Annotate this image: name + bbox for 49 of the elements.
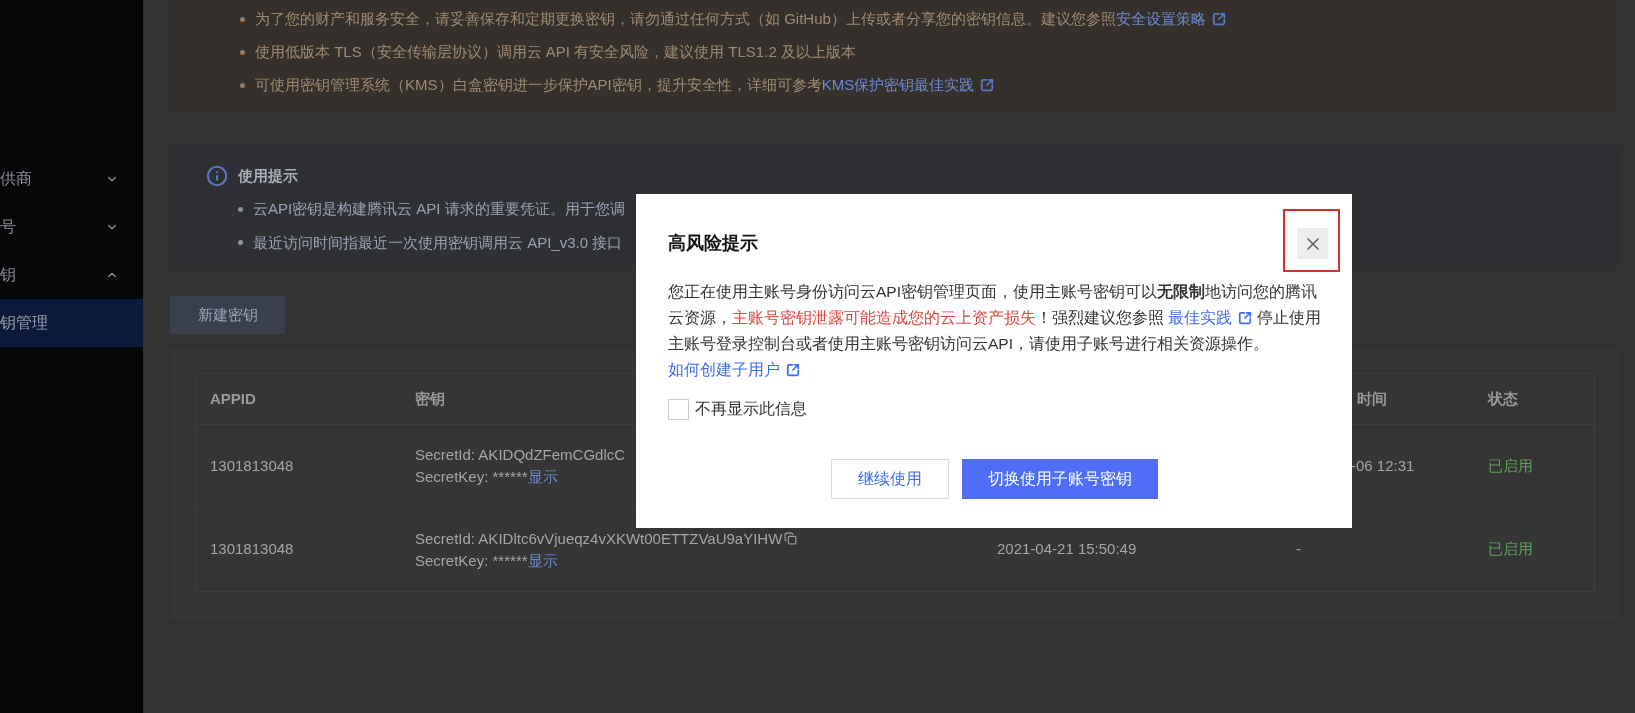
table-cell-text: -06 12:31 <box>1351 455 1415 476</box>
new-key-button[interactable]: 新建密钥 <box>170 296 285 334</box>
show-link[interactable]: 显示 <box>527 551 558 569</box>
dialog-message: 您正在使用主账号身份访问云API密钥管理页面，使用主账号密钥可以无限制地访问您的腾讯云资源，主账号密钥泄露可能造成您的云上资产损失！强烈建议您参照 最佳实践 停止使用主账号登录控制台或者使用主账号密钥访问云API，请使用子账号进行相关资源操作。 如何创建子用户 <box>668 282 1322 380</box>
notice-link[interactable]: KMS保护密钥最佳实践 <box>821 76 995 94</box>
close-button[interactable] <box>1297 228 1328 259</box>
status-text: 已启用 <box>1488 455 1533 476</box>
bullet-icon <box>240 17 245 22</box>
notice-text: 为了您的财产和服务安全，请妥善保存和定期更换密钥，请勿通过任何方式（如 GitHub）上传或者分享您的密钥信息。建议您参照安全设置策略 <box>255 8 1226 31</box>
secret-id: SecretId: AKIDltc6vVjueqz4vXKWt00ETTZVaU9aYIHW <box>415 528 783 549</box>
show-link[interactable]: 显示 <box>527 468 558 485</box>
info-icon <box>206 165 228 187</box>
dialog-link[interactable]: 最佳实践 <box>1168 309 1253 326</box>
column-header: 时间 <box>1357 388 1387 409</box>
bullet-icon <box>238 206 243 212</box>
external-link-icon <box>980 78 995 93</box>
column-header: APPID <box>210 388 256 409</box>
secret-id: SecretId: AKIDQdZFemCGdlcC <box>415 445 626 465</box>
table-cell-text: 2021-04-21 15:50:49 <box>997 539 1137 560</box>
sidebar-item[interactable]: 号 <box>0 203 143 251</box>
sidebar-item[interactable]: 钥管理 <box>0 299 143 347</box>
notice-text: 使用低版本 TLS（安全传输层协议）调用云 API 有安全风险，建议使用 TLS1.2 及以上版本 <box>255 42 856 63</box>
notice-text: 可使用密钥管理系统（KMS）白盒密钥进一步保护API密钥，提升安全性，详细可参考KMS保护密钥最佳实践 <box>255 74 995 97</box>
tips-title: 使用提示 <box>238 166 299 186</box>
bullet-icon <box>240 83 245 88</box>
external-link-icon <box>786 363 800 377</box>
bullet-icon <box>240 50 245 55</box>
secret-key: SecretKey: ******显示 <box>415 549 991 572</box>
external-link-icon <box>1238 311 1253 325</box>
table-cell-text: - <box>1296 539 1301 560</box>
dialog-link[interactable]: 如何创建子用户 <box>668 361 800 378</box>
secondary-button[interactable]: 继续使用 <box>830 459 949 499</box>
table-cell-text: 1301813048 <box>210 539 294 560</box>
tip-text: 云API密钥是构建腾讯云 API 请求的重要凭证。用于您调 <box>253 199 625 219</box>
dialog-title: 高风险提示 <box>668 232 758 255</box>
notice-link[interactable]: 安全设置策略 <box>1115 10 1226 28</box>
primary-button[interactable]: 切换使用子账号密钥 <box>961 459 1158 499</box>
status-text: 已启用 <box>1488 539 1533 560</box>
table-cell-text: 1301813048 <box>210 455 294 476</box>
column-header: 密钥 <box>415 388 445 409</box>
copy-icon[interactable] <box>784 532 798 545</box>
column-header: 状态 <box>1488 388 1518 409</box>
sidebar-item[interactable]: 钥 <box>0 251 143 299</box>
external-link-icon <box>1211 12 1226 27</box>
tip-text: 最近访问时间指最近一次使用密钥调用云 API_v3.0 接口 <box>253 232 623 253</box>
checkbox-label: 不再显示此信息 <box>695 399 807 419</box>
sidebar-item[interactable]: 供商 <box>0 155 143 203</box>
checkbox[interactable] <box>668 398 689 420</box>
bullet-icon <box>238 240 243 246</box>
